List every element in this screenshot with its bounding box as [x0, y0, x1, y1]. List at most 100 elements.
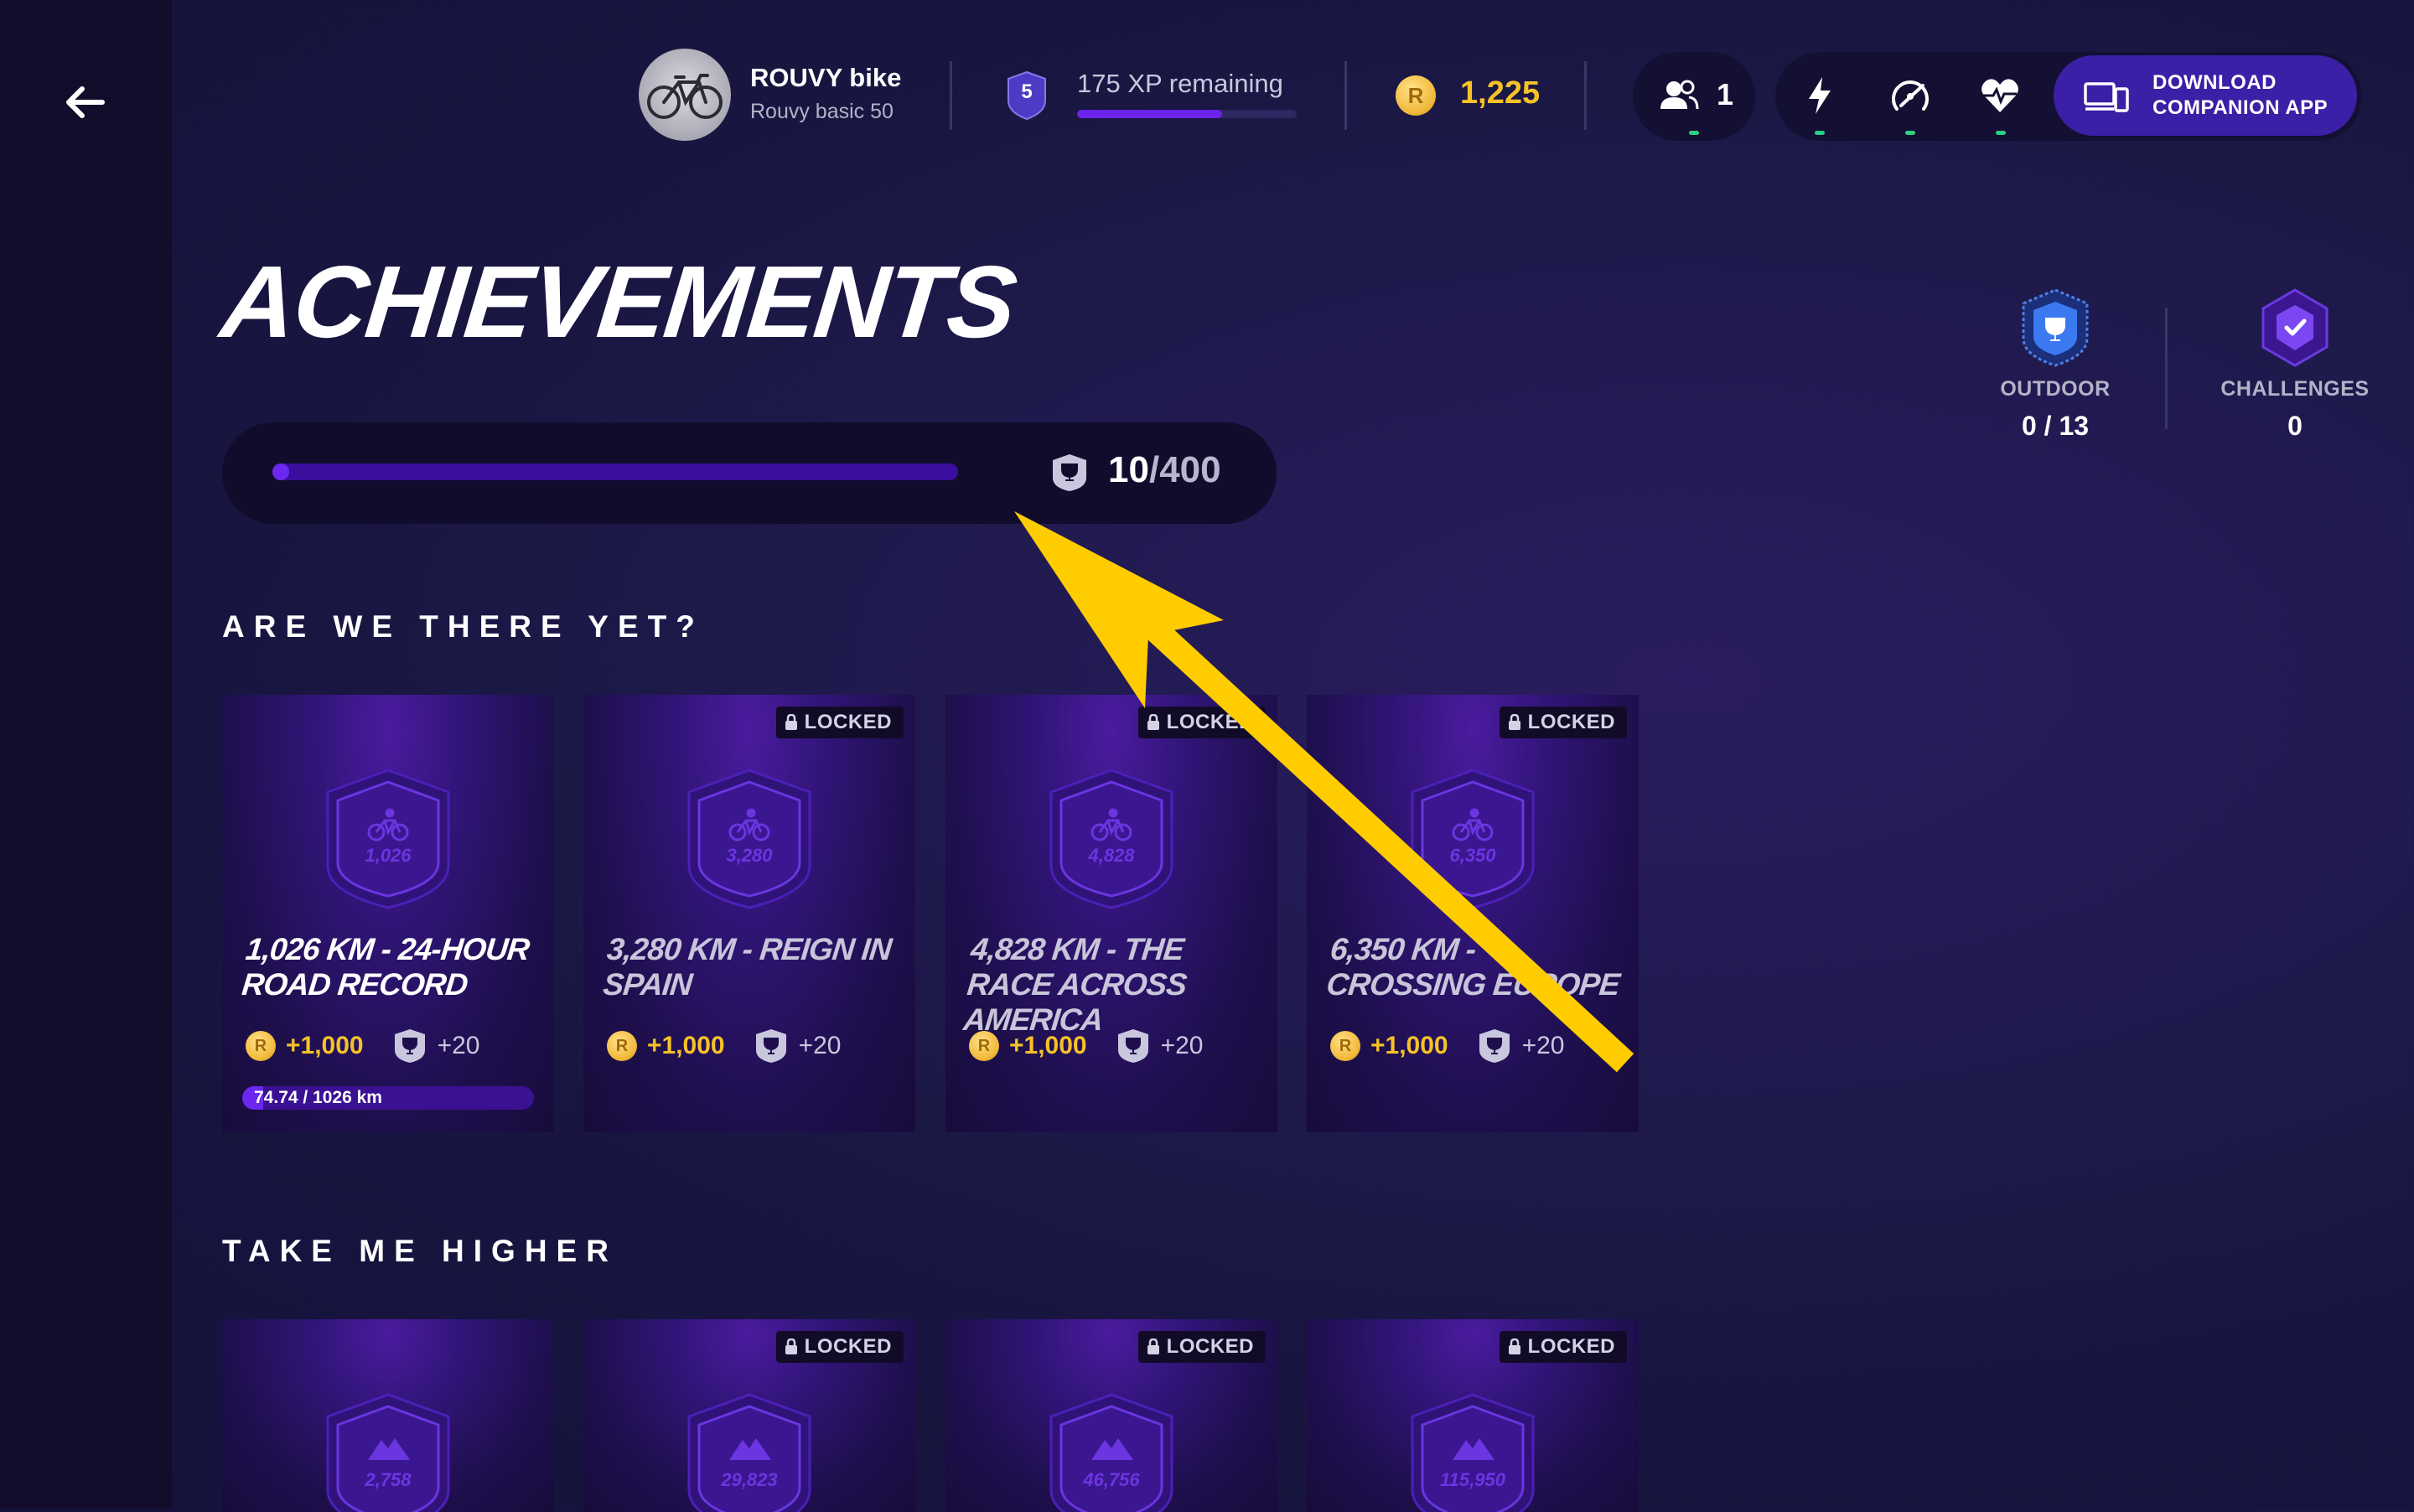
lock-icon — [785, 1339, 797, 1354]
achievements-progress-fill — [272, 463, 290, 480]
coin-balance: 1,225 — [1460, 75, 1541, 111]
trophy-shield-icon — [1053, 454, 1086, 491]
coin-icon: R — [607, 1031, 637, 1061]
challenges-label: CHALLENGES — [2220, 377, 2370, 401]
outdoor-trophy-icon[interactable] — [2018, 287, 2092, 369]
xp-progress-bar — [1077, 110, 1297, 118]
bike-name: ROUVY bike — [750, 63, 902, 92]
left-sidebar — [0, 0, 172, 1509]
section-title: TAKE ME HIGHER — [222, 1234, 618, 1268]
distance-badge: 4,828 — [1044, 767, 1179, 911]
distance-badge: 3,280 — [682, 767, 816, 911]
locked-label: LOCKED — [804, 711, 892, 733]
heart-rate-icon[interactable] — [1980, 77, 2020, 114]
trophy-reward: +20 — [798, 1032, 842, 1059]
distance-badge: 1,026 — [321, 767, 455, 911]
badge-number: 3,280 — [726, 845, 773, 866]
trophy-shield-icon — [1479, 1029, 1510, 1063]
locked-tag: LOCKED — [1137, 1331, 1266, 1363]
lock-icon — [1147, 1339, 1159, 1354]
achievement-title: 3,280 KM - REIGN IN SPAIN — [601, 932, 894, 1002]
badge-number: 1,026 — [365, 845, 412, 866]
level-number: 5 — [1021, 80, 1033, 103]
cadence-gauge-icon[interactable] — [1889, 75, 1931, 117]
reward-row: R +1,000 +20 — [1330, 1028, 1564, 1064]
divider — [950, 61, 952, 130]
reward-row: R +1,000 +20 — [969, 1028, 1203, 1064]
divider — [1344, 61, 1347, 130]
achievements-separator: / — [1148, 449, 1160, 490]
challenges-check-icon[interactable] — [2258, 287, 2332, 369]
trophy-shield-icon — [1117, 1029, 1148, 1063]
achievement-title: 6,350 KM - CROSSING EUROPE — [1324, 932, 1621, 1002]
achievement-title: 4,828 KM - THE RACE ACROSS AMERICA — [961, 932, 1189, 1037]
coin-reward: +1,000 — [1370, 1032, 1448, 1059]
trophy-reward: +20 — [437, 1032, 480, 1059]
coin-reward: +1,000 — [647, 1032, 725, 1059]
badge-number: 115,950 — [1440, 1469, 1505, 1490]
elevation-badge: 46,756 — [1044, 1391, 1179, 1512]
devices-icon — [2084, 82, 2129, 112]
achievements-total: 400 — [1159, 449, 1221, 490]
achievement-card[interactable]: LOCKED 46,756 — [945, 1319, 1277, 1512]
achievement-card[interactable]: LOCKED 29,823 — [583, 1319, 915, 1512]
card-progress-bar: 74.74 / 1026 km — [242, 1086, 534, 1110]
locked-tag: LOCKED — [775, 707, 904, 738]
coin-reward: +1,000 — [286, 1032, 364, 1059]
badge-number: 4,828 — [1088, 845, 1135, 866]
achievement-card[interactable]: LOCKED 6,350 6,350 KM - CROSSING EUROPE … — [1307, 695, 1639, 1132]
xp-progress-fill — [1077, 110, 1222, 118]
power-bolt-icon[interactable] — [1805, 75, 1834, 116]
status-indicator — [1689, 131, 1699, 135]
achievements-progress: 10/400 — [222, 422, 1277, 524]
divider — [2165, 308, 2168, 429]
coin-icon: R — [246, 1031, 276, 1061]
achievements-progress-bar — [272, 463, 958, 480]
trophy-reward: +20 — [1160, 1032, 1204, 1059]
lock-icon — [1508, 1339, 1520, 1354]
locked-tag: LOCKED — [1499, 1331, 1627, 1363]
coin-icon: R — [969, 1031, 999, 1061]
outdoor-value: 0 / 13 — [2021, 411, 2090, 441]
achievement-card[interactable]: LOCKED 4,828 4,828 KM - THE RACE ACROSS … — [945, 695, 1277, 1132]
bicycle-image-icon — [647, 74, 723, 119]
locked-label: LOCKED — [1527, 1335, 1615, 1358]
badge-number: 6,350 — [1449, 845, 1496, 866]
badge-number: 2,758 — [365, 1469, 412, 1490]
download-companion-app-button[interactable]: DOWNLOAD COMPANION APP — [2054, 55, 2357, 136]
badge-number: 46,756 — [1083, 1469, 1140, 1490]
coin-icon: R — [1330, 1031, 1360, 1061]
locked-label: LOCKED — [1527, 711, 1615, 733]
lock-icon — [1508, 714, 1520, 730]
achievement-card[interactable]: 2,758 — [222, 1319, 554, 1512]
challenges-value: 0 — [2287, 411, 2303, 441]
card-progress-text: 74.74 / 1026 km — [254, 1088, 382, 1107]
level-badge: 5 — [1006, 70, 1048, 121]
download-button-line2: COMPANION APP — [2152, 96, 2329, 119]
elevation-badge: 115,950 — [1406, 1391, 1540, 1512]
status-indicator — [1815, 131, 1825, 135]
achievement-card[interactable]: 1,026 1,026 KM - 24-HOUR ROAD RECORD R +… — [222, 695, 554, 1132]
achievement-card[interactable]: LOCKED 115,950 — [1307, 1319, 1639, 1512]
achievements-current: 10 — [1108, 449, 1149, 490]
trophy-reward: +20 — [1521, 1032, 1565, 1059]
divider — [1584, 61, 1587, 130]
coin-reward: +1,000 — [1009, 1032, 1087, 1059]
lock-icon — [785, 714, 797, 730]
section-title: ARE WE THERE YET? — [222, 609, 704, 644]
locked-label: LOCKED — [1166, 1335, 1254, 1358]
trophy-shield-icon — [394, 1029, 425, 1063]
bike-avatar[interactable] — [639, 49, 731, 141]
download-button-line1: DOWNLOAD — [2152, 71, 2277, 94]
distance-badge: 6,350 — [1406, 767, 1540, 911]
bike-subtitle: Rouvy basic 50 — [750, 100, 894, 123]
locked-label: LOCKED — [1166, 711, 1254, 733]
back-button[interactable] — [59, 75, 112, 129]
achievement-card[interactable]: LOCKED 3,280 3,280 KM - REIGN IN SPAIN R… — [583, 695, 915, 1132]
trophy-shield-icon — [755, 1029, 786, 1063]
outdoor-label: OUTDOOR — [2000, 377, 2111, 401]
xp-remaining-text: 175 XP remaining — [1077, 69, 1283, 98]
locked-tag: LOCKED — [1137, 707, 1266, 738]
status-indicator — [1905, 131, 1915, 135]
elevation-badge: 29,823 — [682, 1391, 816, 1512]
